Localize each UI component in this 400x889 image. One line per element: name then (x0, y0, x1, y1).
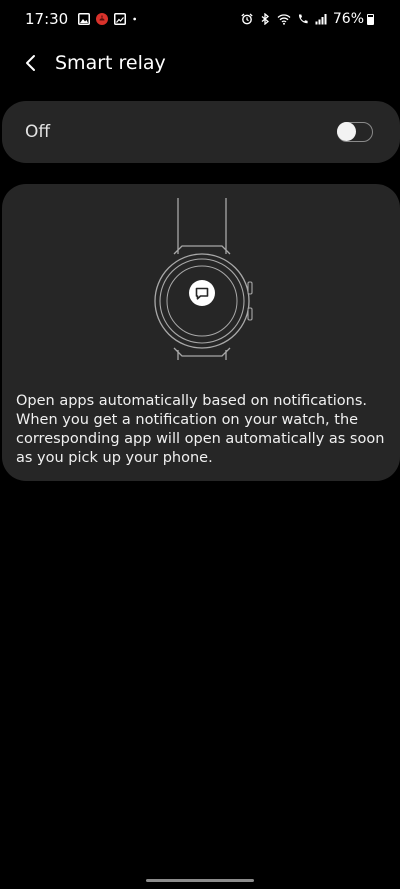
more-dot-icon (133, 17, 137, 21)
home-gesture-handle[interactable] (146, 879, 254, 882)
volte-call-icon (298, 14, 308, 24)
info-card: Open apps automatically based on notific… (2, 184, 400, 481)
master-switch-label: Off (25, 122, 51, 142)
battery-fill (368, 16, 373, 24)
screenshot-icon (114, 13, 127, 25)
app-notification-icon (96, 13, 109, 25)
bluetooth-icon (261, 13, 269, 25)
signal-icon (315, 14, 327, 25)
status-bar-left: 17:30 (25, 10, 140, 28)
master-toggle-switch[interactable] (337, 122, 373, 142)
app-header: Smart relay (0, 40, 400, 86)
chat-bubble-icon (189, 280, 215, 306)
battery-percent: 76% (332, 11, 364, 27)
wifi-icon (277, 14, 291, 25)
watch-illustration (154, 198, 253, 360)
alarm-icon (241, 13, 253, 25)
status-bar-right: 76% (241, 11, 374, 27)
gallery-icon (78, 13, 91, 25)
feature-description: Open apps automatically based on notific… (16, 393, 385, 466)
toggle-knob (337, 122, 356, 141)
master-switch-card[interactable]: Off (2, 101, 400, 163)
battery-icon (367, 13, 374, 25)
chevron-left-icon (26, 55, 35, 71)
battery-indicator: 76% (333, 11, 374, 27)
back-button[interactable] (18, 50, 44, 76)
status-time: 17:30 (25, 10, 69, 28)
page-title: Smart relay (55, 52, 166, 74)
status-bar: 17:30 76% (0, 0, 400, 38)
